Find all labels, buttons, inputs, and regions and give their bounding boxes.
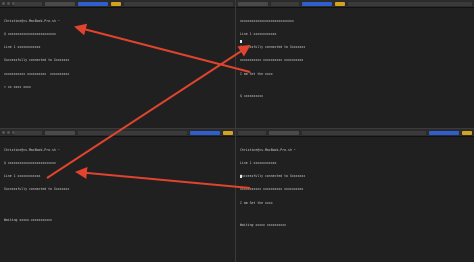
arrow-to-top-right-pane [46,44,251,179]
arrow-to-bottom-left-pane [75,166,251,189]
arrow-to-top-left-pane [74,23,251,73]
terminal-split-screen: Christine@cs-MacBook-Pro-sh ~ $ xxxxxxxx… [0,0,474,262]
annotation-arrows [46,23,251,189]
